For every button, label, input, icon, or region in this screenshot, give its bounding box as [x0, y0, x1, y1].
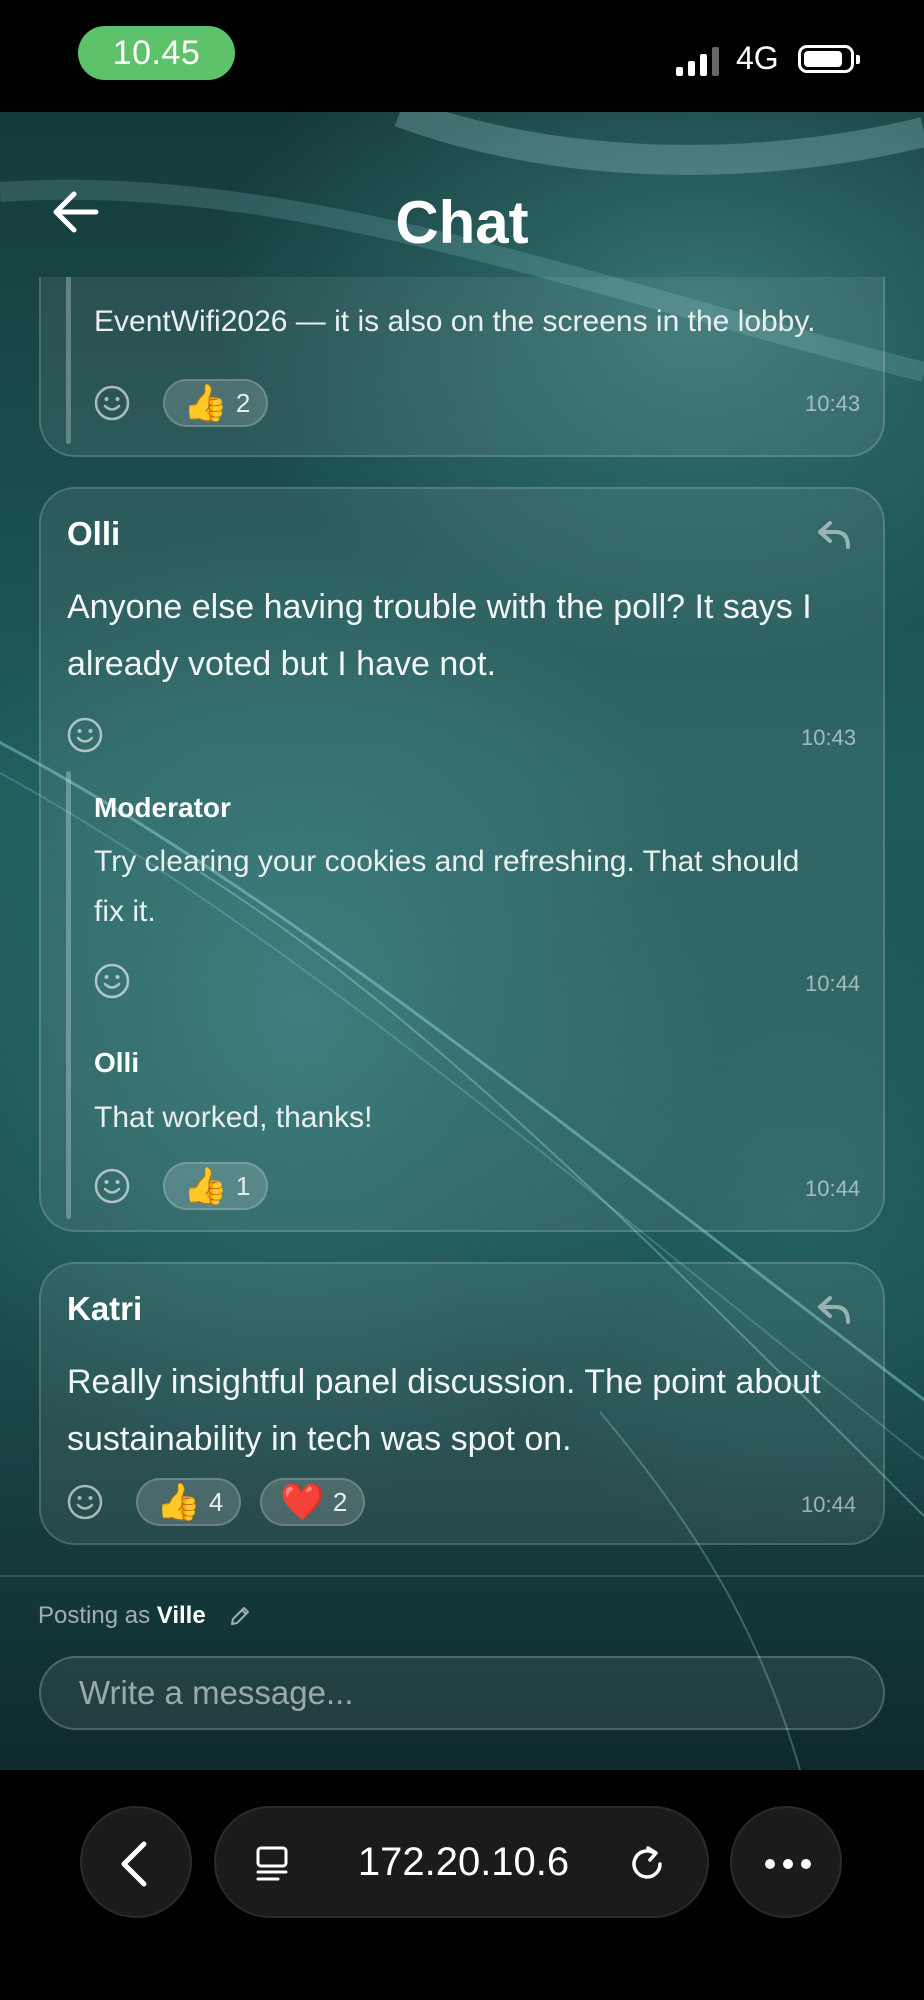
reply-time: 10:44 — [805, 971, 861, 996]
heart-icon: ❤️ — [280, 1481, 325, 1522]
battery-icon — [798, 45, 860, 73]
ellipsis-icon — [765, 1859, 811, 1869]
message-text: EventWifi2026 — it is also on the screen… — [94, 305, 816, 338]
signal-icon — [676, 46, 719, 76]
reaction-count: 4 — [208, 1486, 224, 1517]
browser-back-button[interactable] — [80, 1806, 192, 1918]
smiley-icon[interactable] — [67, 1484, 103, 1520]
reply-author: Olli — [94, 1047, 140, 1078]
posting-user-name: Ville — [156, 1602, 206, 1629]
reaction-thumbs-up[interactable]: 👍 1 — [163, 1162, 269, 1210]
network-type: 4G — [736, 40, 779, 76]
message-card: Katri Really insightful panel discussion… — [39, 1262, 885, 1545]
smiley-icon[interactable] — [94, 1168, 130, 1204]
reaction-thumbs-up[interactable]: 👍 2 — [163, 379, 269, 427]
reply-icon[interactable] — [816, 519, 852, 551]
address-bar[interactable]: 172.20.10.6 — [214, 1806, 709, 1918]
message-time: 10:43 — [805, 391, 861, 416]
smiley-icon[interactable] — [67, 717, 103, 753]
thumbs-up-icon: 👍 — [183, 382, 228, 423]
thumbs-up-icon: 👍 — [156, 1481, 201, 1522]
chat-header: Chat — [0, 112, 924, 277]
message-list[interactable]: EventWifi2026 — it is also on the screen… — [0, 277, 924, 1575]
reaction-count: 2 — [235, 387, 251, 418]
message-author: Katri — [67, 1290, 143, 1327]
reply-icon[interactable] — [816, 1294, 852, 1326]
page-title: Chat — [395, 189, 529, 256]
reaction-count: 1 — [235, 1170, 251, 1201]
message-text: Anyone else having trouble with the poll… — [67, 588, 812, 683]
status-bar: 10.45 4G — [0, 0, 924, 112]
divider — [0, 1575, 924, 1577]
reply-text: That worked, thanks! — [94, 1101, 373, 1134]
message-input[interactable] — [39, 1656, 885, 1730]
status-time: 10.45 — [78, 26, 235, 80]
reaction-thumbs-up[interactable]: 👍 4 — [136, 1478, 242, 1526]
thread-line — [66, 771, 71, 1219]
message-time: 10:44 — [801, 1492, 857, 1517]
reply-author: Moderator — [94, 792, 231, 823]
smiley-icon[interactable] — [94, 963, 130, 999]
pencil-icon[interactable] — [228, 1604, 252, 1628]
thread-line — [66, 277, 71, 444]
message-card: EventWifi2026 — it is also on the screen… — [39, 277, 885, 457]
message-time: 10:43 — [801, 725, 857, 750]
reaction-heart[interactable]: ❤️ 2 — [260, 1478, 366, 1526]
reply-text: Try clearing your cookies and refreshing… — [94, 845, 800, 928]
reload-icon[interactable] — [626, 1842, 670, 1886]
chevron-left-icon — [121, 1841, 147, 1887]
browser-more-button[interactable] — [730, 1806, 842, 1918]
posting-as-label: Posting as Ville — [38, 1602, 206, 1630]
smiley-icon[interactable] — [94, 385, 130, 421]
message-text: Really insightful panel discussion. The … — [67, 1363, 821, 1458]
posting-as-text: Posting as — [38, 1602, 151, 1629]
reaction-count: 2 — [332, 1486, 348, 1517]
reply-time: 10:44 — [805, 1176, 861, 1201]
thumbs-up-icon: 👍 — [183, 1165, 228, 1206]
message-author: Olli — [67, 515, 121, 552]
message-card: Olli Anyone else having trouble with the… — [39, 487, 885, 1232]
